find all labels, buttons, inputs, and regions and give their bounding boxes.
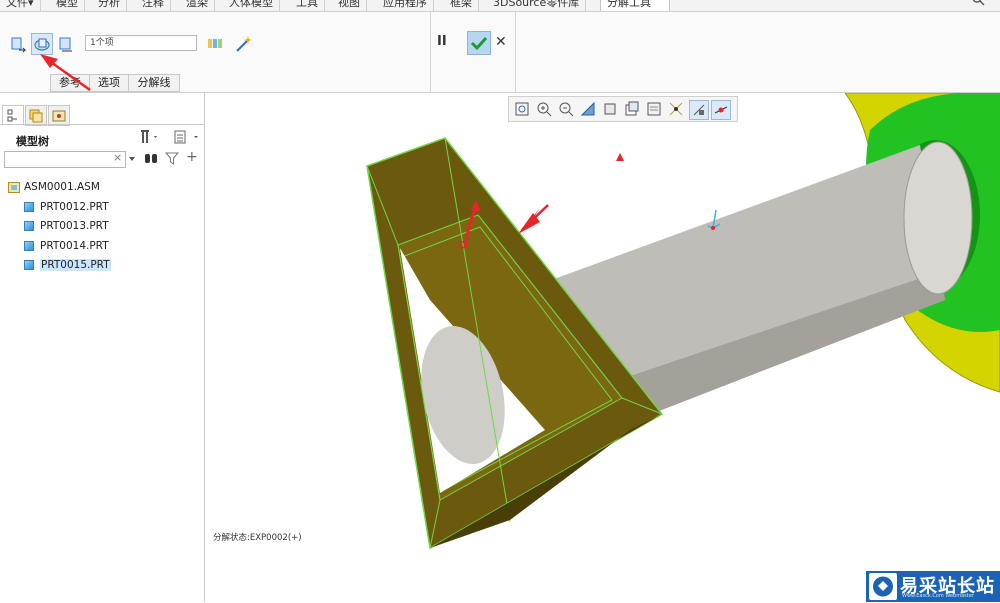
tree-item-root[interactable]: ASM0001.ASM: [8, 179, 100, 195]
shaft-end-face: [903, 141, 973, 295]
model-tree-title: 模型树: [16, 135, 49, 148]
watermark-badge: 易采站长站 Www.Easck.Com Webmaster: [866, 571, 1000, 602]
chevron-down-icon[interactable]: [127, 154, 137, 164]
part-icon: [24, 260, 34, 270]
panel-divider: [0, 124, 204, 125]
magic-wand-button[interactable]: [233, 33, 255, 55]
zoom-out-icon: [559, 102, 574, 117]
part-icon: [24, 221, 34, 231]
tree-item-part-selected[interactable]: PRT0015.PRT: [24, 257, 111, 273]
layers-icon: [29, 109, 43, 123]
ribbon-separator: [515, 12, 516, 92]
model-tree-panel: 模型树 × + ASM0001.ASM PRT0012.PRT PRT0013.…: [0, 93, 205, 602]
filter-icon[interactable]: [165, 151, 179, 166]
layers-tab[interactable]: [25, 105, 47, 126]
explode-lines-icon: [208, 39, 222, 48]
annotation-display-button[interactable]: [689, 100, 709, 120]
perspective-button[interactable]: [667, 100, 685, 118]
refit-icon: [515, 102, 529, 116]
explode-lines-button[interactable]: [205, 33, 227, 55]
folder-browser-tab[interactable]: [48, 105, 70, 126]
tree-item-part[interactable]: PRT0013.PRT: [24, 218, 109, 234]
tab-explode-tool[interactable]: 分解工具: [600, 0, 670, 11]
find-icon[interactable]: [143, 151, 159, 166]
view-manager-icon: [647, 102, 661, 116]
tree-item-label: PRT0012.PRT: [40, 201, 109, 213]
search-icon[interactable]: [972, 0, 986, 6]
magic-wand-icon: [236, 36, 252, 52]
tab-annotate[interactable]: 注释: [136, 0, 171, 11]
part-icon: [24, 241, 34, 251]
tree-item-label: ASM0001.ASM: [24, 181, 100, 193]
tab-file[interactable]: 文件▾: [0, 0, 41, 11]
repaint-icon: [580, 101, 595, 116]
tree-item-part[interactable]: PRT0014.PRT: [24, 238, 109, 254]
ribbon-tab-strip: 文件▾ 模型 分析 注释 渲染 人体模型 工具 视图 应用程序 框架 3DSou…: [0, 0, 1000, 12]
translate-icon: [11, 37, 27, 53]
tab-model[interactable]: 模型: [50, 0, 85, 11]
view-manager-button[interactable]: [645, 100, 663, 118]
explode-tool-ribbon: 1个项 参考 选项 分解线 II ✕: [0, 12, 1000, 93]
watermark-subtext: Www.Easck.Com Webmaster: [902, 593, 974, 599]
tree-item-label: PRT0015.PRT: [40, 259, 111, 271]
tab-explode-lines[interactable]: 分解线: [128, 74, 180, 92]
zoom-out-button[interactable]: [557, 100, 575, 118]
display-style-icon: [604, 103, 616, 115]
tree-item-label: PRT0014.PRT: [40, 240, 109, 252]
annotation-arrowhead: [518, 208, 540, 234]
tab-manikin[interactable]: 人体模型: [223, 0, 280, 11]
part-icon: [24, 202, 34, 212]
spin-center-icon: [714, 106, 728, 114]
explode-state-status: 分解状态:EXP0002(+): [213, 533, 302, 543]
add-column-icon[interactable]: +: [186, 149, 198, 165]
cancel-button[interactable]: ✕: [495, 34, 507, 50]
refit-button[interactable]: [513, 100, 531, 118]
saved-views-icon: [625, 101, 639, 116]
confirm-button[interactable]: [467, 31, 491, 55]
ribbon-separator: [430, 12, 431, 92]
spin-center-button[interactable]: [711, 100, 731, 120]
tab-analysis[interactable]: 分析: [92, 0, 127, 11]
selection-collector[interactable]: 1个项: [85, 35, 197, 51]
display-style-button[interactable]: [601, 100, 619, 118]
repaint-button[interactable]: [579, 100, 597, 118]
model-graphics[interactable]: [205, 93, 1000, 602]
check-icon: [470, 36, 488, 51]
annotation-display-icon: [693, 104, 705, 116]
clear-search-icon[interactable]: ×: [113, 151, 122, 164]
assembly-icon: [8, 182, 20, 193]
model-tree-tab[interactable]: [2, 105, 24, 126]
datum-display-icon: [669, 102, 683, 116]
show-list-icon[interactable]: [172, 129, 202, 145]
settings-icon[interactable]: [138, 129, 160, 145]
zoom-in-button[interactable]: [535, 100, 553, 118]
watermark-logo: [869, 573, 897, 600]
annotation-arrow-ribbon: [40, 54, 91, 92]
watermark-logo-icon: [873, 576, 893, 597]
favorites-icon: [52, 110, 66, 122]
tree-item-label: PRT0013.PRT: [40, 220, 109, 232]
tab-render[interactable]: 渲染: [180, 0, 215, 11]
tree-icon: [7, 109, 17, 122]
saved-views-button[interactable]: [623, 100, 641, 118]
move-translate-button[interactable]: [8, 34, 30, 56]
tab-framework[interactable]: 框架: [444, 0, 479, 11]
tab-applications[interactable]: 应用程序: [377, 0, 434, 11]
tab-tools[interactable]: 工具: [290, 0, 325, 11]
zoom-in-icon: [537, 102, 552, 117]
tab-3dsource[interactable]: 3DSource零件库: [487, 0, 587, 11]
tree-item-part[interactable]: PRT0012.PRT: [24, 199, 109, 215]
view-toolbar: [508, 96, 738, 122]
axis-triad-dot: [711, 226, 715, 230]
pause-button[interactable]: II: [437, 34, 447, 49]
tab-view[interactable]: 视图: [332, 0, 367, 11]
tab-options[interactable]: 选项: [89, 74, 129, 92]
search-input[interactable]: [4, 151, 126, 168]
marker-triangle: [616, 153, 624, 161]
